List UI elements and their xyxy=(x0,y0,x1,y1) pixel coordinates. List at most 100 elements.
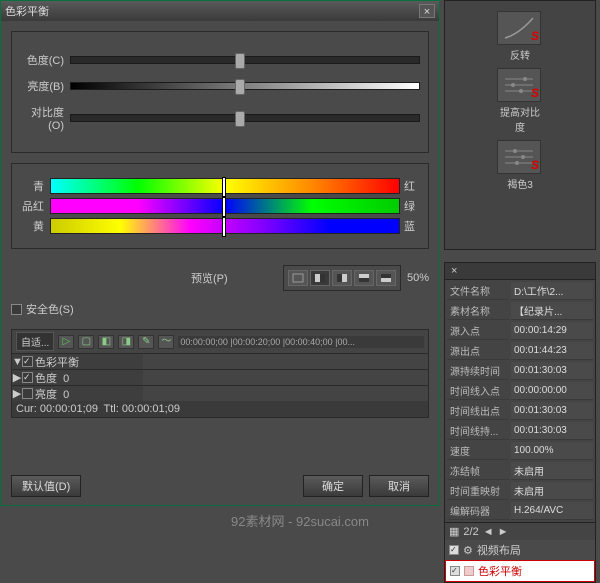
timeline-track[interactable]: ▶色度 0 xyxy=(12,369,428,385)
info-key: 时间线入点 xyxy=(447,382,509,400)
track-checkbox[interactable] xyxy=(22,356,33,367)
chroma-slider[interactable] xyxy=(70,56,420,64)
preview-label: 预览(P) xyxy=(191,270,228,286)
brightness-slider[interactable] xyxy=(70,82,420,90)
info-row: 速度100.00% xyxy=(447,442,593,460)
ok-button[interactable]: 确定 xyxy=(303,475,363,497)
effect-item-contrast[interactable]: S 提高对比度 xyxy=(497,68,543,134)
split-mode-2[interactable] xyxy=(310,270,330,286)
expand-icon[interactable]: ▶ xyxy=(12,371,22,384)
info-row: 素材名称【纪录片... xyxy=(447,302,593,320)
info-key: 文件名称 xyxy=(447,282,509,300)
tl-icon-1[interactable]: ▢ xyxy=(78,335,94,349)
magenta-green-slider[interactable] xyxy=(50,198,400,214)
info-key: 源持续时间 xyxy=(447,362,509,380)
info-key: 素材名称 xyxy=(447,302,509,320)
info-key: 速度 xyxy=(447,442,509,460)
info-panel: × 文件名称D:\工作\2...素材名称【纪录片...源入点00:00:14:2… xyxy=(444,262,596,583)
info-value: 【纪录片... xyxy=(511,302,593,320)
cancel-button[interactable]: 取消 xyxy=(369,475,429,497)
track-checkbox[interactable] xyxy=(22,388,33,399)
slider-thumb[interactable] xyxy=(222,197,226,217)
info-tab[interactable]: × xyxy=(445,263,463,279)
play-icon[interactable]: ▷ xyxy=(58,335,74,349)
split-mode-4[interactable] xyxy=(354,270,374,286)
watermark: 92素材网 - 92sucai.com xyxy=(0,511,600,530)
info-row: 冻结帧未启用 xyxy=(447,462,593,480)
track-lane[interactable] xyxy=(143,386,428,401)
slider-thumb[interactable] xyxy=(235,79,245,95)
tl-icon-5[interactable]: 〜 xyxy=(158,335,174,349)
fit-dropdown[interactable]: 自适... xyxy=(16,332,54,351)
info-table: 文件名称D:\工作\2...素材名称【纪录片...源入点00:00:14:29源… xyxy=(445,280,595,522)
info-value: D:\工作\2... xyxy=(511,282,593,300)
fx-name: 视频布局 xyxy=(477,542,521,558)
fx-row-video-layout[interactable]: ⚙ 视频布局 xyxy=(445,540,595,560)
info-key: 源出点 xyxy=(447,342,509,360)
cyan-label: 青 xyxy=(20,178,50,194)
slider-thumb[interactable] xyxy=(235,111,245,127)
track-checkbox[interactable] xyxy=(22,372,33,383)
expand-icon[interactable]: ▶ xyxy=(12,387,22,400)
close-icon[interactable]: × xyxy=(419,4,435,18)
preview-split-buttons xyxy=(283,265,401,291)
split-mode-1[interactable] xyxy=(288,270,308,286)
green-label: 绿 xyxy=(400,198,420,214)
effect-item-sepia[interactable]: S 褐色3 xyxy=(497,140,543,191)
track-name: 亮度 0 xyxy=(33,386,143,402)
slider-thumb[interactable] xyxy=(235,53,245,69)
button-bar: 默认值(D) 确定 取消 xyxy=(11,475,429,497)
slider-thumb[interactable] xyxy=(222,217,226,237)
slider-thumb[interactable] xyxy=(222,177,226,197)
cyan-red-slider[interactable] xyxy=(50,178,400,194)
info-value: 00:01:30:03 xyxy=(511,362,593,380)
info-row: 源持续时间00:01:30:03 xyxy=(447,362,593,380)
split-mode-5[interactable] xyxy=(376,270,396,286)
square-icon xyxy=(464,566,474,576)
tl-icon-3[interactable]: ◨ xyxy=(118,335,134,349)
tone-panel: 色度(C) 亮度(B) 对比度(O) xyxy=(11,31,429,153)
info-value: 00:00:14:29 xyxy=(511,322,593,340)
effects-panel: S 反转 S 提高对比度 S 褐色3 xyxy=(444,0,596,250)
status-ttl: Ttl: 00:00:01;09 xyxy=(104,403,180,415)
info-value: 00:01:30:03 xyxy=(511,422,593,440)
safe-color-label: 安全色(S) xyxy=(26,301,74,317)
timeline-tracks: ▼色彩平衡▶色度 0▶亮度 0 xyxy=(12,353,428,401)
tl-icon-2[interactable]: ◧ xyxy=(98,335,114,349)
info-tabs: × xyxy=(445,263,595,280)
fx-checkbox[interactable] xyxy=(449,545,459,555)
effect-item-invert[interactable]: S 反转 xyxy=(497,11,543,62)
info-row: 时间线出点00:01:30:03 xyxy=(447,402,593,420)
fx-checkbox[interactable] xyxy=(450,566,460,576)
info-row: 时间重映射未启用 xyxy=(447,482,593,500)
timeline-track[interactable]: ▶ 亮度 0 xyxy=(12,385,428,401)
info-value: 00:01:44:23 xyxy=(511,342,593,360)
s-badge-icon: S xyxy=(531,29,539,43)
split-mode-3[interactable] xyxy=(332,270,352,286)
fx-row-color-balance[interactable]: 色彩平衡 xyxy=(445,560,595,582)
info-row: 时间线入点00:00:00:00 xyxy=(447,382,593,400)
titlebar[interactable]: 色彩平衡 × xyxy=(1,1,439,21)
gear-icon: ⚙ xyxy=(463,544,473,557)
info-key: 时间重映射 xyxy=(447,482,509,500)
status-cur: Cur: 00:00:01;09 xyxy=(16,403,98,415)
track-lane[interactable] xyxy=(143,354,428,369)
magenta-label: 品红 xyxy=(20,198,50,214)
info-key: 冻结帧 xyxy=(447,462,509,480)
dialog-title: 色彩平衡 xyxy=(5,3,49,19)
color-balance-panel: 青 红 品红 绿 黄 蓝 xyxy=(11,163,429,249)
timeline-track[interactable]: ▼色彩平衡 xyxy=(12,353,428,369)
default-button[interactable]: 默认值(D) xyxy=(11,475,81,497)
info-value: 未启用 xyxy=(511,462,593,480)
yellow-blue-slider[interactable] xyxy=(50,218,400,234)
tl-icon-4[interactable]: ✎ xyxy=(138,335,154,349)
info-row: 源入点00:00:14:29 xyxy=(447,322,593,340)
safe-color-checkbox[interactable] xyxy=(11,304,22,315)
color-balance-dialog: 色彩平衡 × 色度(C) 亮度(B) 对比度(O) 青 红 品红 绿 黄 xyxy=(0,0,440,506)
contrast-slider[interactable] xyxy=(70,114,420,122)
timeline-ruler[interactable]: 00:00:00;00 |00:00:20;00 |00:00:40;00 |0… xyxy=(178,336,424,348)
expand-icon[interactable]: ▼ xyxy=(12,356,22,368)
track-lane[interactable] xyxy=(143,370,428,385)
info-value: 未启用 xyxy=(511,482,593,500)
yellow-label: 黄 xyxy=(20,218,50,234)
